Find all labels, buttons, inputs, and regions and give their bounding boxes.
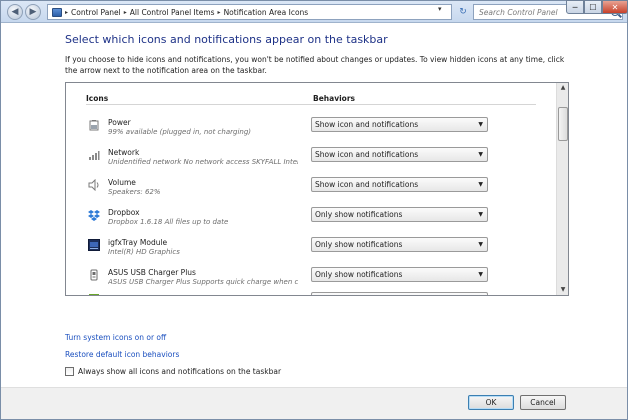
always-show-checkbox[interactable] [65, 367, 74, 376]
behavior-select[interactable] [311, 292, 488, 295]
usb-charger-icon [90, 269, 98, 281]
address-dropdown-icon[interactable]: ▾ [438, 5, 442, 13]
back-button[interactable]: ◀ [7, 4, 23, 20]
list-scrollbar[interactable]: ▲ ▼ [556, 83, 568, 295]
search-placeholder: Search Control Panel [479, 7, 558, 17]
cancel-button[interactable]: Cancel [520, 395, 566, 410]
dialog-footer: OK Cancel [1, 387, 627, 419]
nvidia-icon [89, 294, 99, 295]
breadcrumb-separator-icon: ▸ [217, 8, 221, 16]
dropdown-arrow-icon: ▼ [478, 241, 483, 248]
row-description: 99% available (plugged in, not charging) [108, 128, 251, 136]
behavior-value: Show icon and notifications [315, 120, 419, 129]
behavior-select[interactable]: Show icon and notifications ▼ [311, 147, 488, 162]
power-icon [89, 120, 99, 131]
maximize-button[interactable]: ☐ [584, 0, 602, 14]
row-description: Unidentified network No network access S… [108, 158, 298, 166]
list-item: Dropbox Dropbox 1.6.18 All files up to d… [66, 207, 556, 239]
row-description: ASUS USB Charger Plus Supports quick cha… [108, 278, 298, 286]
breadcrumb-notification-area-icons[interactable]: Notification Area Icons [224, 8, 309, 17]
behavior-select[interactable]: Only show notifications ▼ [311, 237, 488, 252]
dropdown-arrow-icon: ▼ [478, 151, 483, 158]
behavior-value: Show icon and notifications [315, 150, 419, 159]
dropbox-icon [88, 210, 100, 221]
scroll-thumb[interactable] [558, 107, 568, 141]
behavior-value: Only show notifications [315, 270, 403, 279]
minimize-button[interactable]: ─ [566, 0, 584, 14]
column-header-behaviors: Behaviors [313, 94, 355, 103]
page-description: If you choose to hide icons and notifica… [65, 55, 565, 75]
breadcrumb-separator-icon: ▸ [123, 8, 127, 16]
notification-area-icons-window: ◀ ▶ ▸ Control Panel ▸ All Control Panel … [0, 0, 628, 420]
row-description: Dropbox 1.6.18 All files up to date [108, 218, 229, 226]
behavior-select[interactable]: Show icon and notifications ▼ [311, 117, 488, 132]
behavior-value: Only show notifications [315, 210, 403, 219]
breadcrumb-control-panel[interactable]: Control Panel [71, 8, 121, 17]
dropdown-arrow-icon: ▼ [478, 181, 483, 188]
network-icon [89, 151, 100, 160]
ok-button[interactable]: OK [468, 395, 514, 410]
behavior-select[interactable]: Only show notifications ▼ [311, 207, 488, 222]
dropdown-arrow-icon: ▼ [478, 271, 483, 278]
intel-graphics-icon [88, 239, 100, 251]
address-bar[interactable]: ▸ Control Panel ▸ All Control Panel Item… [47, 4, 452, 20]
behavior-select[interactable]: Show icon and notifications ▼ [311, 177, 488, 192]
icons-list-panel: Icons Behaviors Power 99% available (plu… [65, 82, 569, 296]
behavior-value: Only show notifications [315, 240, 403, 249]
row-description: Intel(R) HD Graphics [108, 248, 180, 256]
control-panel-icon [52, 7, 62, 17]
behavior-select[interactable]: Only show notifications ▼ [311, 267, 488, 282]
page-title: Select which icons and notifications app… [65, 33, 388, 46]
always-show-option[interactable]: Always show all icons and notifications … [65, 367, 281, 376]
close-button[interactable]: ✕ [602, 0, 628, 14]
address-toolbar: ◀ ▶ ▸ Control Panel ▸ All Control Panel … [1, 0, 628, 23]
breadcrumb-separator-icon: ▸ [65, 8, 69, 16]
row-name: igfxTray Module [108, 238, 168, 247]
dropdown-arrow-icon: ▼ [478, 211, 483, 218]
row-name: Dropbox [108, 208, 140, 217]
forward-button[interactable]: ▶ [25, 4, 41, 20]
row-name: Network [108, 148, 140, 157]
row-description: Speakers: 62% [108, 188, 161, 196]
volume-icon [88, 179, 99, 191]
list-item: igfxTray Module Intel(R) HD Graphics Onl… [66, 237, 556, 269]
header-divider [86, 104, 536, 105]
refresh-icon[interactable]: ↻ [455, 4, 471, 20]
restore-defaults-link[interactable]: Restore default icon behaviors [65, 350, 179, 359]
breadcrumb-all-items[interactable]: All Control Panel Items [130, 8, 215, 17]
turn-system-icons-link[interactable]: Turn system icons on or off [65, 333, 166, 342]
scroll-up-icon[interactable]: ▲ [557, 83, 568, 93]
row-name: Power [108, 118, 131, 127]
list-item: Network Unidentified network No network … [66, 147, 556, 179]
list-item: Power 99% available (plugged in, not cha… [66, 117, 556, 149]
dropdown-arrow-icon: ▼ [478, 121, 483, 128]
column-header-icons: Icons [86, 94, 109, 103]
list-item: Volume Speakers: 62% Show icon and notif… [66, 177, 556, 209]
behavior-value: Show icon and notifications [315, 180, 419, 189]
row-name: Volume [108, 178, 136, 187]
row-name: ASUS USB Charger Plus [108, 268, 196, 277]
always-show-label: Always show all icons and notifications … [78, 367, 282, 376]
scroll-down-icon[interactable]: ▼ [557, 285, 568, 295]
